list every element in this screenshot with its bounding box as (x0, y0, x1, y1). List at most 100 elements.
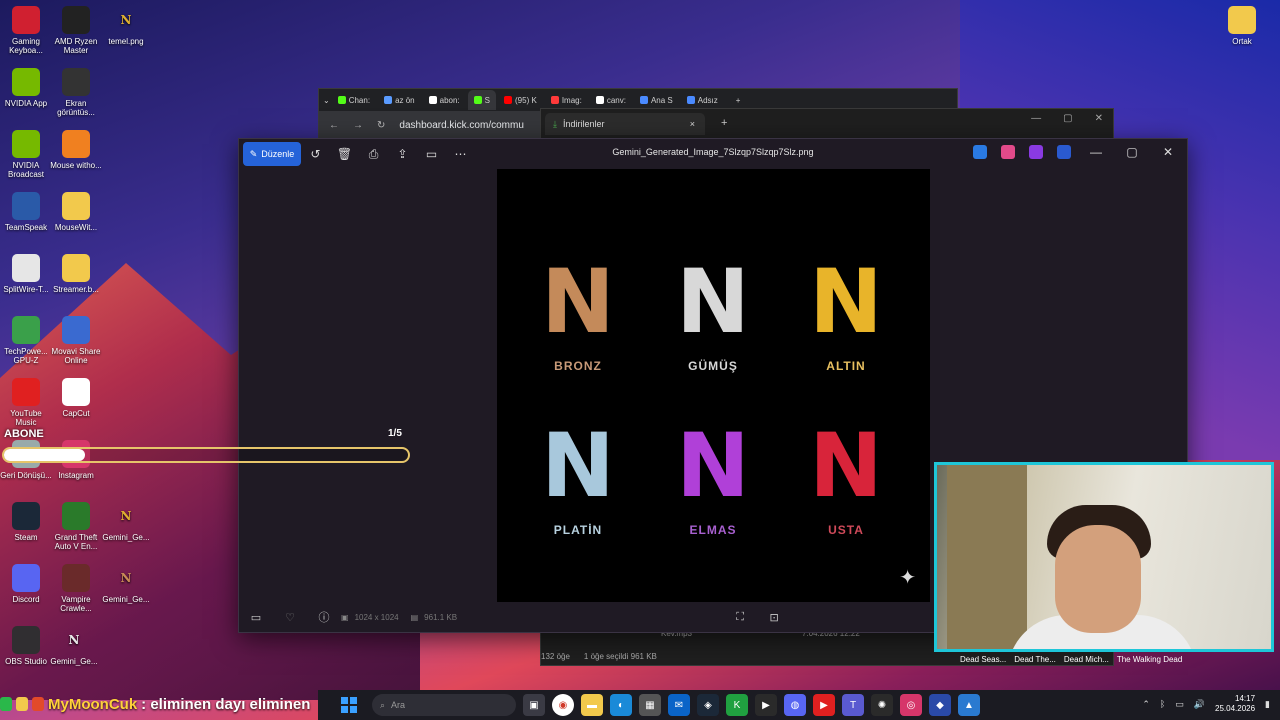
desktop-icon[interactable]: NVIDIA App (0, 68, 52, 108)
taskbar: ⌕ Ara ▣ ◉ ▬ ◐ ▦ ✉ ◈ K ▶ ◍ ▶ T ✺ ◎ ◆ ▲ ⌃ … (318, 690, 1280, 720)
back-icon[interactable]: ← (329, 120, 339, 131)
desktop-icon[interactable]: Mouse witho... (50, 130, 102, 170)
desktop-file-temel[interactable]: N temel.png (100, 6, 152, 47)
browser-tab[interactable]: az ön (378, 90, 421, 110)
designer-icon[interactable] (973, 145, 987, 159)
desktop-file-gemini-3[interactable]: N Gemini_Ge... (48, 626, 100, 667)
desktop-icon[interactable]: Streamer.b... (50, 254, 102, 294)
favicon-icon (473, 96, 482, 104)
clipchamp-icon[interactable] (1029, 145, 1043, 159)
notifications-icon[interactable]: ▮ (1265, 699, 1270, 710)
chatgpt-icon[interactable]: ✺ (871, 694, 893, 716)
browser-tab[interactable]: Imag: (545, 90, 588, 110)
print-icon[interactable]: ⎙ (359, 147, 388, 162)
start-button[interactable] (336, 692, 362, 718)
filmstrip-icon[interactable]: ▭ (239, 611, 273, 624)
desktop-icon-label: Instagram (58, 471, 94, 480)
close-tab-icon[interactable]: × (690, 119, 695, 129)
more-icon[interactable]: ⋯ (446, 147, 475, 161)
desktop-icon[interactable]: YouTube Music (0, 378, 52, 427)
tab-downloads[interactable]: ⤓ İndirilenler × (545, 113, 705, 135)
desktop-icon[interactable]: Steam (0, 502, 52, 542)
rotate-icon[interactable]: ↺ (301, 147, 330, 161)
desktop-icon[interactable]: TeamSpeak (0, 192, 52, 232)
maximize-icon[interactable]: ▢ (1121, 145, 1143, 159)
favorite-icon[interactable]: ♡ (273, 611, 307, 624)
instagram-taskbar-icon[interactable]: ◎ (900, 694, 922, 716)
close-icon[interactable]: ✕ (1157, 145, 1179, 159)
desktop-icon[interactable]: Grand Theft Auto V En... (50, 502, 102, 551)
desktop-icon[interactable]: Discord (0, 564, 52, 604)
discord-taskbar-icon[interactable]: ◍ (784, 694, 806, 716)
store-icon[interactable]: ▦ (639, 694, 661, 716)
task-view-icon[interactable]: ▣ (523, 694, 545, 716)
onedrive-icon[interactable] (1057, 145, 1071, 159)
desktop-file-gemini-1[interactable]: N Gemini_Ge... (100, 502, 152, 543)
edit-button[interactable]: ✎ Düzenle (243, 142, 301, 166)
browser-tab[interactable]: Ana S (634, 90, 679, 110)
desktop-icon[interactable]: Movavi Share Online (50, 316, 102, 365)
reload-icon[interactable]: ↻ (377, 120, 385, 131)
minimize-icon[interactable]: — (1085, 145, 1107, 159)
minimize-icon[interactable]: — (1031, 113, 1041, 124)
browser-tab[interactable]: Chan: (332, 90, 376, 110)
desktop-icon-label: CapCut (62, 409, 90, 418)
windows-icon (341, 697, 357, 713)
delete-icon[interactable]: 🗑 (330, 147, 359, 161)
desktop-icon[interactable]: SplitWire-T... (0, 254, 52, 294)
desktop-icon[interactable]: Gaming Keyboa... (0, 6, 52, 55)
new-tab-icon[interactable]: + (736, 96, 741, 105)
app-icon[interactable]: ◆ (929, 694, 951, 716)
favicon-icon (337, 96, 346, 104)
paint-icon[interactable] (1001, 145, 1015, 159)
desktop-icon[interactable]: Vampire Crawle... (50, 564, 102, 613)
chrome-icon[interactable]: ◉ (552, 694, 574, 716)
edge-icon[interactable]: ◐ (610, 694, 632, 716)
browser-tab[interactable]: Adsız (681, 90, 724, 110)
bluetooth-icon[interactable]: ᛒ (1160, 699, 1165, 709)
address-bar[interactable]: dashboard.kick.com/commu (399, 120, 524, 131)
tab-list-icon[interactable]: ⌄ (323, 96, 330, 105)
fit-icon[interactable]: ⛶ (723, 611, 757, 624)
desktop-icon[interactable]: AMD Ryzen Master (50, 6, 102, 55)
desktop-icon[interactable]: OBS Studio (0, 626, 52, 666)
desktop-file-gemini-2[interactable]: N Gemini_Ge... (100, 564, 152, 605)
folder-icon (62, 192, 90, 220)
file-explorer-icon[interactable]: ▬ (581, 694, 603, 716)
share-icon[interactable]: ⇪ (388, 147, 417, 161)
info-icon[interactable]: ⓘ (307, 609, 341, 625)
close-icon[interactable]: ✕ (1095, 113, 1103, 124)
youtube-music-taskbar-icon[interactable]: ▶ (813, 694, 835, 716)
dock-label: Dead Seas... (960, 655, 1007, 664)
network-icon[interactable]: ▭ (1175, 699, 1184, 710)
browser-tab[interactable]: S (467, 90, 497, 110)
capcut-icon (62, 378, 90, 406)
teams-icon[interactable]: T (842, 694, 864, 716)
volume-icon[interactable]: 🔊 (1194, 699, 1205, 710)
desktop-icon[interactable]: NVIDIA Broadcast (0, 130, 52, 179)
photos-taskbar-icon[interactable]: ▲ (958, 694, 980, 716)
steam-taskbar-icon[interactable]: ◈ (697, 694, 719, 716)
actual-size-icon[interactable]: ⊡ (757, 611, 791, 624)
chevron-up-icon[interactable]: ⌃ (1142, 699, 1150, 710)
forward-icon[interactable]: → (353, 120, 363, 131)
desktop-icon[interactable]: CapCut (50, 378, 102, 418)
browser-tab[interactable]: abon: (423, 90, 466, 110)
kick-icon[interactable]: K (726, 694, 748, 716)
slideshow-icon[interactable]: ▭ (417, 147, 446, 161)
new-tab-icon[interactable]: + (721, 117, 727, 129)
browser-tab[interactable]: (95) K (498, 90, 543, 110)
outlook-icon[interactable]: ✉ (668, 694, 690, 716)
desktop-icon[interactable]: Ekran görüntüs... (50, 68, 102, 117)
desktop-folder-ortak[interactable]: Ortak (1216, 6, 1268, 46)
keyboard-icon (12, 6, 40, 34)
file-size: 961.1 KB (424, 612, 458, 622)
clock[interactable]: 14:17 25.04.2026 (1215, 694, 1255, 714)
desktop-icon[interactable]: TechPowe... GPU-Z (0, 316, 52, 365)
terminal-icon[interactable]: ▶ (755, 694, 777, 716)
browser-tab[interactable]: canv: (590, 90, 632, 110)
browser-tab-label: Ana S (650, 95, 673, 105)
desktop-icon[interactable]: MouseWit... (50, 192, 102, 232)
maximize-icon[interactable]: ▢ (1063, 113, 1072, 124)
taskbar-search[interactable]: ⌕ Ara (372, 694, 516, 716)
